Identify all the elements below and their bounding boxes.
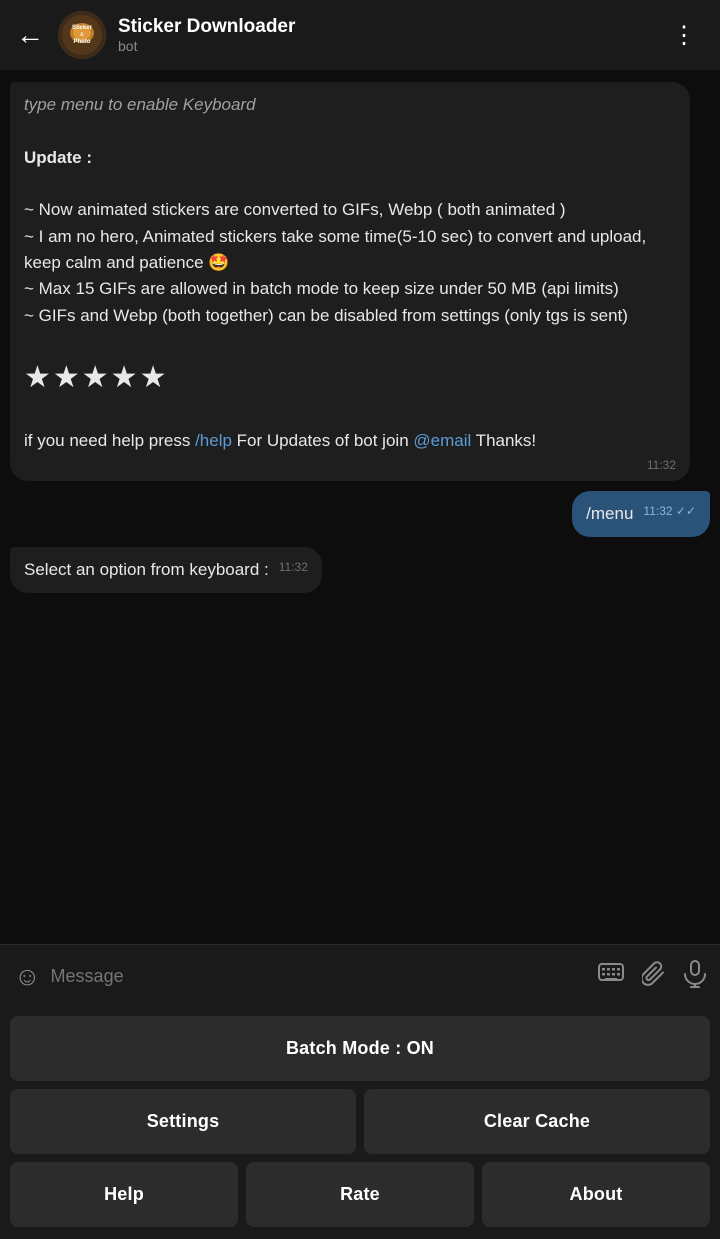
update-heading: Update : [24, 148, 92, 167]
settings-button[interactable]: Settings [10, 1089, 356, 1154]
rate-button[interactable]: Rate [246, 1162, 474, 1227]
chat-area: type menu to enable Keyboard Update : ~ … [0, 70, 720, 944]
outgoing-message: /menu 11:32 ✓✓ [572, 491, 710, 537]
help-button[interactable]: Help [10, 1162, 238, 1227]
keyboard-row-3: Help Rate About [10, 1162, 710, 1227]
keyboard-toggle-icon[interactable] [598, 963, 624, 991]
outgoing-text: /menu 11:32 ✓✓ [586, 501, 696, 527]
keyboard-row-2: Settings Clear Cache [10, 1089, 710, 1154]
chat-status: bot [118, 38, 664, 54]
batch-mode-button[interactable]: Batch Mode : ON [10, 1016, 710, 1081]
stars-display: ★★★★★ [24, 361, 168, 394]
message-text: type menu to enable Keyboard Update : ~ … [24, 92, 676, 455]
input-actions [598, 960, 706, 994]
header-info: Sticker Downloader bot [118, 16, 664, 55]
avatar: Sticker & Photo [58, 11, 106, 59]
attach-icon[interactable] [642, 961, 666, 993]
more-options-button[interactable]: ⋮ [664, 17, 704, 54]
svg-text:Sticker: Sticker [72, 25, 93, 31]
input-bar: ☺ [0, 944, 720, 1008]
select-message: Select an option from keyboard : 11:32 [10, 547, 322, 593]
clear-cache-button[interactable]: Clear Cache [364, 1089, 710, 1154]
select-timestamp: 11:32 [279, 561, 308, 573]
mic-icon[interactable] [684, 960, 706, 994]
help-link[interactable]: /help [195, 431, 232, 450]
email-mention: @email [413, 431, 471, 450]
keyboard-area: Batch Mode : ON Settings Clear Cache Hel… [0, 1008, 720, 1239]
message-input[interactable] [51, 966, 598, 987]
back-button[interactable]: ← [16, 19, 44, 51]
keyboard-row-1: Batch Mode : ON [10, 1016, 710, 1081]
truncated-text: type menu to enable Keyboard [24, 95, 256, 114]
outgoing-timestamp: 11:32 ✓✓ [643, 505, 696, 517]
emoji-button[interactable]: ☺ [14, 961, 41, 992]
chat-name: Sticker Downloader [118, 16, 664, 39]
select-text: Select an option from keyboard : 11:32 [24, 557, 308, 583]
help-line: if you need help press /help For Updates… [24, 431, 536, 450]
message-bubble: type menu to enable Keyboard Update : ~ … [10, 82, 690, 481]
chat-header: ← Sticker & Photo Sticker Downloader bot… [0, 0, 720, 70]
about-button[interactable]: About [482, 1162, 710, 1227]
update-body: ~ Now animated stickers are converted to… [24, 200, 646, 324]
read-ticks: ✓✓ [676, 504, 696, 518]
message-timestamp: 11:32 [647, 459, 676, 471]
avatar-image: Sticker & Photo [58, 11, 106, 59]
svg-text:Photo: Photo [74, 39, 91, 45]
